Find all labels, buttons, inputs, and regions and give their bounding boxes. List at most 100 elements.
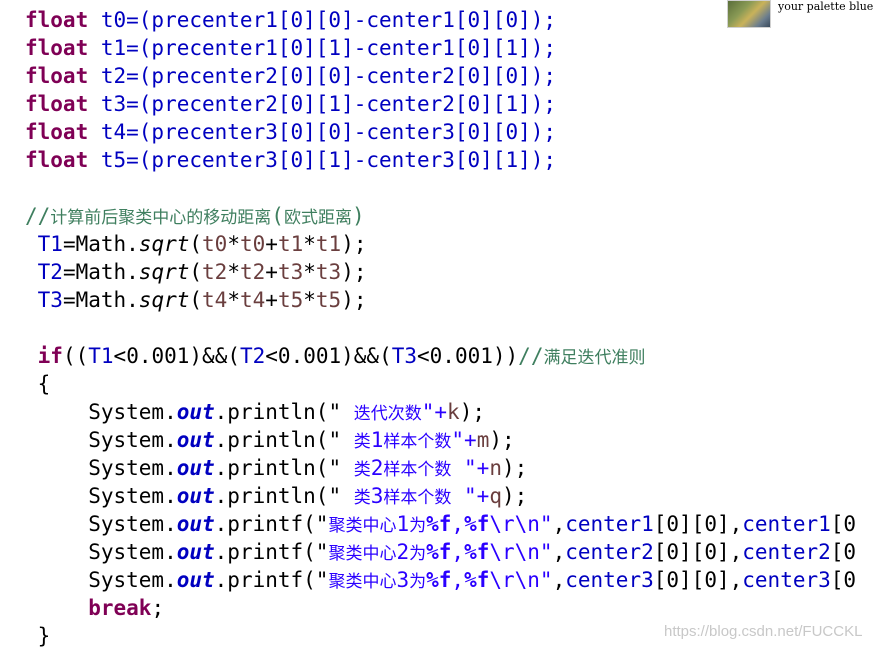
code-token: ) [351,204,365,228]
code-token: %f [426,568,452,592]
code-line[interactable]: System.out.println(" 类1样本个数"+m); [25,426,515,454]
code-token: t1=(precenter1[0][1]-center1[0][1]); [88,36,557,60]
code-token: t4=(precenter3[0][0]-center3[0][0]); [88,120,557,144]
code-token: center1 [742,512,831,536]
code-token: .println(" [214,456,354,480]
code-line[interactable]: { [25,370,51,398]
code-token: %f [426,540,452,564]
code-line[interactable]: //计算前后聚类中心的移动距离(欧式距离) [25,202,365,230]
code-token: [0 [830,568,857,592]
code-token: m [476,428,490,452]
code-token: %f [464,540,490,564]
code-token: ); [489,428,515,452]
code-token: // [518,344,544,368]
code-line[interactable]: T1=Math.sqrt(t0*t0+t1*t1); [25,230,367,258]
code-line[interactable]: float t2=(precenter2[0][0]-center2[0][0]… [25,62,556,90]
code-token: .printf(" [214,512,329,536]
code-editor[interactable]: float t0=(precenter1[0][0]-center1[0][0]… [0,0,884,651]
code-line[interactable]: System.out.println(" 类3样本个数 "+q); [25,482,527,510]
code-token: System. [25,456,177,480]
code-line[interactable]: System.out.println(" 类2样本个数 "+n); [25,454,527,482]
code-token: + [265,232,278,256]
code-line[interactable]: if((T1<0.001)&&(T2<0.001)&&(T3<0.001))//… [25,342,646,370]
code-token: [0 [830,540,857,564]
code-token: 迭代次数 [353,404,422,424]
code-token: float [25,36,89,60]
code-line[interactable]: float t3=(precenter2[0][1]-center2[0][1]… [25,90,556,118]
code-line[interactable]: float t0=(precenter1[0][0]-center1[0][0]… [25,6,556,34]
code-line[interactable]: } [25,622,51,650]
code-token: 为 [409,544,427,564]
code-line[interactable]: float t4=(precenter3[0][0]-center3[0][0]… [25,118,556,146]
code-token: ); [341,260,367,284]
code-token: , [552,540,566,564]
code-token: "+ [451,428,477,452]
code-token: 欧式距离 [283,208,352,228]
code-token: { [25,372,51,396]
code-line[interactable]: System.out.println(" 迭代次数"+k); [25,398,485,426]
code-token: <0.001)&&( [265,344,392,368]
code-token: 1 [396,512,410,536]
code-token: t2=(precenter2[0][0]-center2[0][0]); [88,64,557,88]
code-token: System. [25,512,177,536]
code-token: t4 [239,288,266,312]
code-token: %f [464,512,490,536]
code-token: center1 [565,512,654,536]
code-line[interactable]: System.out.printf("聚类中心1为%f,%f\r\n",cent… [25,510,856,538]
code-token: * [303,288,316,312]
code-token: ; [151,596,165,620]
code-token: T3 [25,288,63,312]
code-token: + [265,260,278,284]
code-token: System. [25,400,177,424]
code-token: ( [271,204,284,228]
code-token: t1 [277,232,304,256]
code-line[interactable]: T3=Math.sqrt(t4*t4+t5*t5); [25,286,367,314]
code-token: sqrt [138,232,190,256]
code-token: out [176,512,215,536]
code-token: center3 [742,568,831,592]
code-token: "+ [451,456,490,480]
code-token: + [265,288,278,312]
code-token: T1 [25,232,63,256]
code-line[interactable]: System.out.printf("聚类中心2为%f,%f\r\n",cent… [25,538,856,566]
code-token: 满足迭代准则 [543,348,646,368]
code-token: System. [25,540,177,564]
code-token: } [25,624,51,648]
code-line[interactable]: T2=Math.sqrt(t2*t2+t3*t3); [25,258,367,286]
code-token: t0=(precenter1[0][0]-center1[0][0]); [88,8,557,32]
code-token: sqrt [138,288,190,312]
code-token: ( [189,232,203,256]
code-line[interactable]: System.out.printf("聚类中心3为%f,%f\r\n",cent… [25,566,856,594]
code-token: 类 [353,432,371,452]
code-line[interactable]: float t5=(precenter3[0][1]-center3[0][1]… [25,146,556,174]
code-token: <0.001)) [417,344,519,368]
code-token: out [176,428,215,452]
code-token: float [25,8,89,32]
code-token: 3 [370,484,384,508]
code-token: ); [341,288,367,312]
code-token: float [25,92,89,116]
code-line[interactable]: break; [25,594,164,622]
code-token: T2 [239,344,266,368]
code-token: "+ [451,484,490,508]
code-token: [0][0], [653,568,743,592]
code-token: t3 [277,260,304,284]
watermark: https://blog.csdn.net/FUCCKL [664,623,863,640]
code-token: 样本个数 [383,460,452,480]
code-token: , [451,540,465,564]
code-token: =Math. [62,288,139,312]
code-token: <0.001)&&( [113,344,240,368]
code-token: t1 [315,232,342,256]
code-token: t5 [315,288,342,312]
code-token: 2 [370,456,384,480]
code-line[interactable]: float t1=(precenter1[0][1]-center1[0][1]… [25,34,556,62]
code-token: \r\n" [489,568,553,592]
code-token: float [25,148,89,172]
code-token: * [227,232,240,256]
code-token: \r\n" [489,512,553,536]
code-token: 为 [409,516,427,536]
code-token: break [88,596,152,620]
code-token: T3 [391,344,418,368]
